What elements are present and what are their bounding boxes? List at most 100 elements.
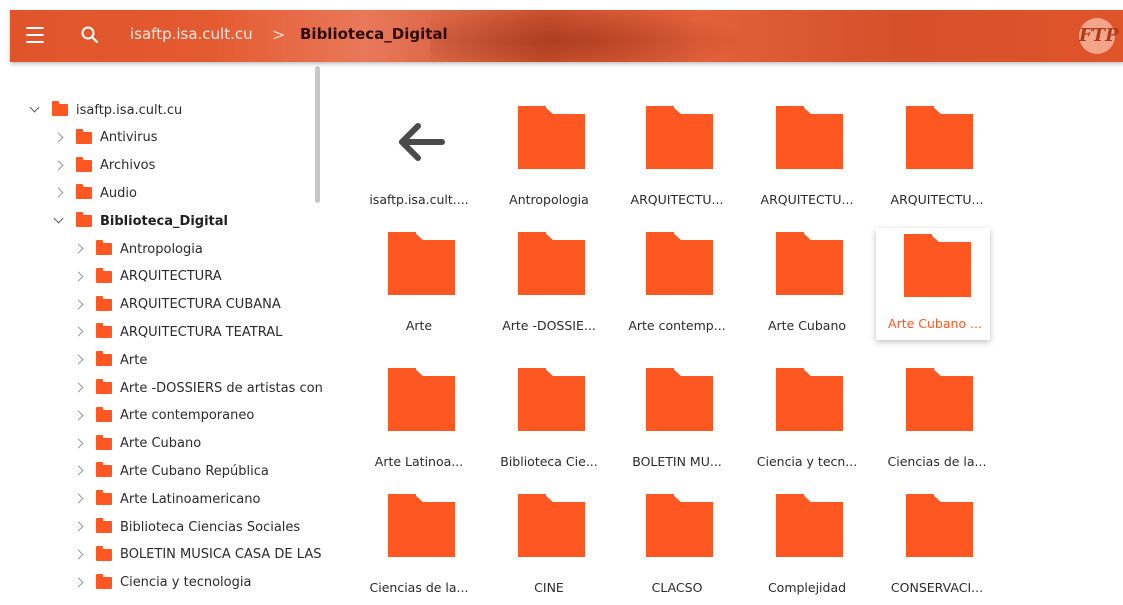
chevron-right-icon[interactable]	[52, 159, 66, 173]
folder-item[interactable]: CONSERVACI...	[878, 488, 990, 603]
chevron-right-icon[interactable]	[72, 520, 86, 534]
tree-item[interactable]: Arte Latinoamericano	[72, 485, 260, 513]
folder-icon	[96, 462, 112, 478]
folder-icon	[518, 106, 585, 169]
tree-item[interactable]: Audio	[52, 179, 137, 207]
chevron-down-icon[interactable]	[52, 214, 66, 228]
tree-item-label: isaftp.isa.cult.cu	[76, 102, 183, 118]
chevron-right-icon[interactable]	[72, 548, 86, 562]
header-banner: isaftp.isa.cult.cu > Biblioteca_Digital …	[10, 10, 1123, 62]
folder-icon	[776, 494, 843, 557]
folder-item[interactable]: Antropologia	[490, 100, 602, 215]
tree-item-label: Ciencia y tecnologia	[120, 575, 252, 591]
folder-label: ARQUITECTU...	[630, 192, 724, 207]
folder-item[interactable]: Ciencia y tecn...	[748, 362, 860, 477]
chevron-right-icon[interactable]	[72, 409, 86, 423]
folder-item[interactable]: Ciencias de la...	[360, 488, 472, 603]
folder-item[interactable]: Arte -DOSSIE...	[490, 226, 602, 341]
chevron-right-icon[interactable]	[72, 270, 86, 284]
chevron-right-icon[interactable]	[72, 464, 86, 478]
tree-item-label: BOLETIN MUSICA CASA DE LAS A	[120, 547, 322, 563]
folder-tree: isaftp.isa.cult.cu Antivirus Archivos Audio…	[0, 68, 322, 605]
folder-item[interactable]: Arte Cubano ...	[876, 228, 990, 340]
folder-label: Arte	[405, 318, 433, 333]
chevron-right-icon[interactable]	[72, 325, 86, 339]
chevron-right-icon[interactable]	[72, 576, 86, 590]
chevron-right-icon[interactable]	[52, 186, 66, 200]
folder-item[interactable]: Arte contemp...	[618, 226, 730, 341]
tree-item[interactable]: BOLETIN MUSICA CASA DE LAS A	[72, 541, 322, 569]
banner-background-image	[430, 10, 750, 62]
folder-label: CLACSO	[651, 580, 703, 595]
chevron-right-icon[interactable]	[52, 131, 66, 145]
chevron-right-icon[interactable]	[72, 492, 86, 506]
tree-item[interactable]: Biblioteca Ciencias Sociales	[72, 513, 300, 541]
tree-item[interactable]: ARQUITECTURA	[72, 263, 222, 291]
tree-item-label: Biblioteca Ciencias Sociales	[120, 519, 301, 535]
folder-icon	[776, 106, 843, 169]
folder-item[interactable]: Arte Latinoa...	[360, 362, 472, 477]
tree-item[interactable]: Arte contemporaneo	[72, 402, 254, 430]
folder-icon	[518, 232, 585, 295]
chevron-right-icon[interactable]	[72, 437, 86, 451]
folder-item[interactable]: ARQUITECTU...	[618, 100, 730, 215]
tree-item[interactable]: Ciencia y tecnologia	[72, 569, 251, 597]
folder-label: isaftp.isa.cult....	[369, 192, 469, 207]
folder-item[interactable]: ARQUITECTU...	[878, 100, 990, 215]
folder-icon	[96, 490, 112, 506]
folder-label: Arte -DOSSIE...	[502, 318, 596, 333]
folder-icon	[646, 494, 713, 557]
folder-icon	[388, 232, 455, 295]
back-arrow-icon	[396, 122, 446, 166]
folder-item[interactable]: Ciencias de la...	[878, 362, 990, 477]
chevron-right-icon[interactable]	[72, 298, 86, 312]
folder-label: Arte Cubano	[767, 318, 847, 333]
tree-item[interactable]: ARQUITECTURA CUBANA	[72, 291, 281, 319]
chevron-right-icon[interactable]	[72, 353, 86, 367]
folder-icon	[96, 267, 112, 283]
folder-icon	[76, 156, 92, 172]
folder-icon	[904, 234, 971, 297]
tree-item[interactable]: Antivirus	[52, 124, 158, 152]
breadcrumb-separator: >	[272, 25, 286, 44]
breadcrumb-current[interactable]: Biblioteca_Digital	[300, 25, 448, 43]
folder-icon	[96, 406, 112, 422]
tree-item[interactable]: ARQUITECTURA TEATRAL	[72, 318, 282, 346]
chevron-down-icon[interactable]	[28, 103, 42, 117]
tree-item[interactable]: Archivos	[52, 152, 155, 180]
folder-item[interactable]: CINE	[490, 488, 602, 603]
tree-item-label: Antropologia	[120, 241, 203, 257]
tree-item[interactable]: isaftp.isa.cult.cu	[28, 96, 182, 124]
tree-item[interactable]: Arte -DOSSIERS de artistas contei	[72, 374, 322, 402]
folder-icon	[96, 573, 112, 589]
folder-item[interactable]: ARQUITECTU...	[748, 100, 860, 215]
tree-item-label: Arte Cubano	[120, 436, 202, 452]
back-folder-item[interactable]: isaftp.isa.cult....	[360, 100, 472, 215]
folder-icon	[96, 295, 112, 311]
tree-item[interactable]: Arte	[72, 346, 147, 374]
folder-icon	[776, 368, 843, 431]
folder-item[interactable]: Biblioteca Cie...	[490, 362, 602, 477]
chevron-right-icon[interactable]	[72, 381, 86, 395]
folder-item[interactable]: Complejidad	[748, 488, 860, 603]
tree-item[interactable]: Arte Cubano República	[72, 457, 269, 485]
tree-item[interactable]: Biblioteca_Digital	[52, 207, 228, 235]
tree-item[interactable]: Antropologia	[72, 235, 203, 263]
folder-item[interactable]: Arte Cubano	[748, 226, 860, 341]
folder-icon	[776, 232, 843, 295]
folder-item[interactable]: BOLETIN MU...	[618, 362, 730, 477]
chevron-right-icon[interactable]	[72, 242, 86, 256]
folder-label: Ciencias de la...	[887, 454, 987, 469]
top-bar: isaftp.isa.cult.cu > Biblioteca_Digital …	[0, 0, 1123, 68]
hamburger-menu-icon[interactable]	[26, 27, 44, 43]
folder-label: Ciencia y tecn...	[756, 454, 858, 469]
folder-item[interactable]: Arte	[360, 226, 472, 341]
tree-item-label: Arte contemporaneo	[120, 408, 255, 424]
folder-icon	[906, 494, 973, 557]
breadcrumb-root[interactable]: isaftp.isa.cult.cu	[130, 25, 253, 43]
folder-item[interactable]: CLACSO	[618, 488, 730, 603]
search-icon[interactable]	[80, 25, 100, 45]
folder-icon	[906, 106, 973, 169]
folder-label: ARQUITECTU...	[890, 192, 984, 207]
tree-item[interactable]: Arte Cubano	[72, 430, 201, 458]
